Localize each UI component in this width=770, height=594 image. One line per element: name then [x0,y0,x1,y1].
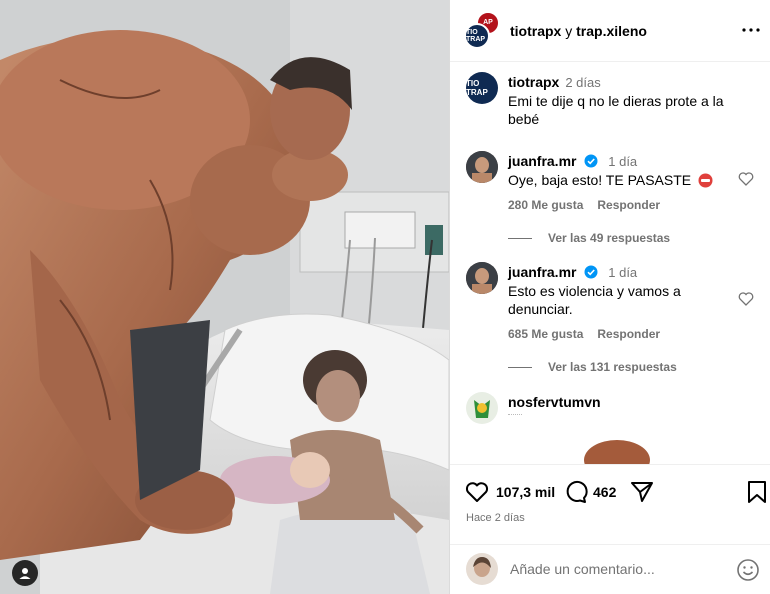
comment-text-content: Oye, baja esto! TE PASASTE [508,172,692,188]
caption-username[interactable]: tiotrapx [508,74,559,90]
comment-likes[interactable]: 280 Me gusta [508,198,583,212]
comment-text: Esto es violencia y vamos a denunciar. [508,283,681,317]
user-tag-icon [19,568,31,579]
comment-username-row: nosfervtumvn [508,394,601,410]
comment-text-hint [508,414,522,418]
view-replies-button[interactable]: Ver las 131 respuestas [508,360,677,374]
angry-emoji-icon [698,173,713,188]
post-timestamp[interactable]: Hace 2 días [466,512,525,524]
next-comment-avatar [584,440,650,464]
bookmark-icon[interactable] [744,479,770,505]
comment-input[interactable] [510,557,726,581]
comment-username[interactable]: juanfra.mr [508,264,576,280]
author-link-tiotrapx[interactable]: tiotrapx [510,23,561,39]
post-photo[interactable] [0,0,449,594]
collab-avatars[interactable]: AP TIO TRAP [464,10,504,51]
comment-avatar[interactable] [466,262,498,294]
comment-text: Oye, baja esto! TE PASASTE [508,171,728,189]
user-tag-button[interactable] [12,560,38,586]
comment-likes[interactable]: 685 Me gusta [508,327,583,341]
reply-button[interactable]: Responder [597,198,660,212]
more-options-button[interactable] [738,18,764,42]
comment-meta: 685 Me gusta Responder [508,327,660,341]
comment-username[interactable]: nosfervtumvn [508,394,601,410]
avatar-photo-icon [466,151,498,183]
current-user-avatar [466,553,498,585]
avatar-tiotrapx[interactable]: TIO TRAP [464,22,490,49]
likes-count[interactable]: 107,3 mil [496,484,555,500]
author-link-trap-xileno[interactable]: trap.xileno [576,23,647,39]
comment-like-heart-icon[interactable] [738,171,754,187]
comment-time[interactable]: 1 día [608,265,637,280]
comment-avatar[interactable] [466,151,498,183]
emoji-icon[interactable] [736,558,760,582]
reply-button[interactable]: Responder [597,327,660,341]
current-user-avatar-photo [466,553,498,585]
comment-icon[interactable] [563,479,589,505]
post-header: AP TIO TRAP tiotrapx y trap.xileno [450,0,770,62]
send-icon[interactable] [629,479,655,505]
comment-username-row: juanfra.mr 1 día [508,153,637,169]
comment-username-row: juanfra.mr 1 día [508,264,637,280]
avatar-cartoon-icon [466,392,498,424]
view-replies-button[interactable]: Ver las 49 respuestas [508,231,670,245]
add-comment-bar [450,544,770,594]
comment-username[interactable]: juanfra.mr [508,153,576,169]
comments-count[interactable]: 462 [593,484,616,500]
post-actions: 107,3 mil 462 Hace 2 días [450,464,770,544]
post-author-names: tiotrapx y trap.xileno [510,23,647,39]
verified-badge-icon [584,265,598,279]
post-side-panel: AP TIO TRAP tiotrapx y trap.xileno TIO T… [450,0,770,594]
verified-badge-icon [584,154,598,168]
caption-avatar[interactable]: TIO TRAP [466,72,498,104]
more-options-icon [742,28,760,32]
comment-avatar[interactable] [466,392,498,424]
caption-time[interactable]: 2 días [565,75,600,90]
caption-text: Emi te dije q no le dieras prote a la be… [508,93,724,127]
heart-icon[interactable] [464,479,490,505]
author-conjunction: y [565,22,573,39]
comment-meta: 280 Me gusta Responder [508,198,660,212]
post-image-illustration [0,0,449,594]
comment-like-heart-icon[interactable] [738,291,754,307]
comment-time[interactable]: 1 día [608,154,637,169]
caption-username-row: tiotrapx 2 días [508,74,601,90]
caption-avatar-text: TIO TRAP [466,79,488,97]
avatar-photo-icon [466,262,498,294]
comments-list[interactable]: TIO TRAP tiotrapx 2 días Emi te dije q no… [450,62,770,464]
